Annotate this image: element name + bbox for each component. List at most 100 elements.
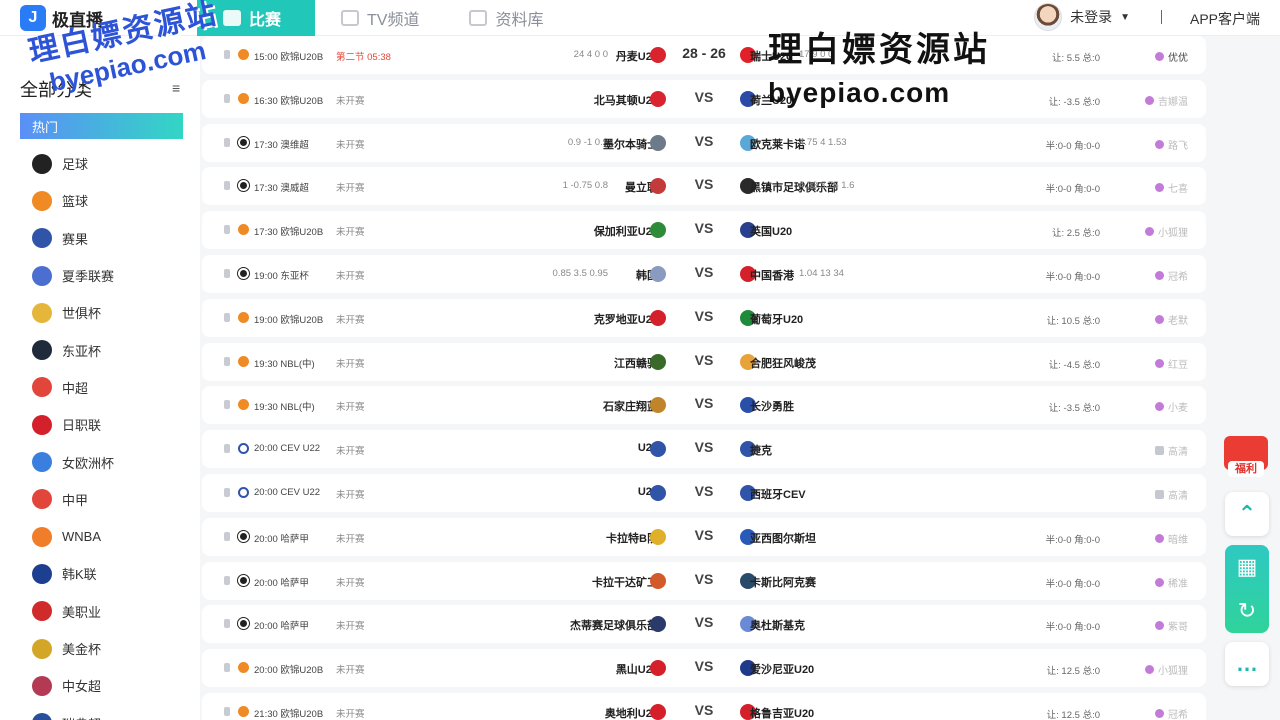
anchor-link[interactable]: 稀准 bbox=[1155, 575, 1188, 590]
pin-icon[interactable] bbox=[224, 50, 230, 59]
chevron-down-icon[interactable]: ▼ bbox=[1120, 12, 1130, 23]
match-row[interactable]: 20:00 哈萨甲 未开赛 卡拉干达矿工 VS 卡斯比阿克赛 半:0-0 角:0-0 稀准 bbox=[202, 561, 1206, 600]
category-item-7[interactable]: 中超 bbox=[20, 369, 183, 406]
match-row[interactable]: 17:30 欧锦U20B 未开赛 保加利亚U20 VS 英国U20 让: 2.5 总:0 小… bbox=[202, 211, 1206, 250]
anchor-link[interactable]: 吉娜温 bbox=[1145, 93, 1188, 108]
pin-icon[interactable] bbox=[224, 225, 230, 235]
vs-label: VS bbox=[694, 526, 714, 543]
anchor-link[interactable]: 路飞 bbox=[1155, 137, 1188, 152]
match-row[interactable]: 20:00 哈萨甲 未开赛 杰蒂赛足球俱乐部 VS 奥杜斯基克 半:0-0 角:0-0 紫哥 bbox=[202, 605, 1206, 644]
match-row[interactable]: 16:30 欧锦U20B 未开赛 北马其顿U20 VS 荷兰U20 让: -3.5 总:0… bbox=[202, 79, 1206, 118]
anchor-link[interactable]: 七喜 bbox=[1155, 180, 1188, 195]
category-item-0[interactable]: 热门 bbox=[20, 113, 183, 139]
vs-label: VS bbox=[694, 439, 714, 456]
anchor-link[interactable]: 优优 bbox=[1155, 49, 1188, 64]
pin-icon[interactable] bbox=[224, 575, 230, 585]
match-row[interactable]: 20:00 CEV U22 未开赛 U22 VS 西班牙CEV 高清 bbox=[202, 473, 1206, 512]
anchor-link[interactable]: 小狐狸 bbox=[1145, 662, 1188, 677]
category-logo-icon bbox=[32, 340, 52, 361]
category-item-13[interactable]: 美职业 bbox=[20, 593, 183, 630]
anchor-link[interactable]: 暗维 bbox=[1155, 531, 1188, 546]
anchor-link[interactable]: 紫哥 bbox=[1155, 618, 1188, 633]
pin-icon[interactable] bbox=[224, 93, 230, 103]
pin-icon[interactable] bbox=[224, 531, 230, 541]
chat-icon: … bbox=[1236, 651, 1258, 676]
basketball-icon bbox=[238, 311, 249, 323]
pin-icon[interactable] bbox=[224, 268, 230, 278]
nav-tab-0[interactable]: 比赛 bbox=[197, 0, 315, 36]
anchor-name: 暗维 bbox=[1168, 534, 1188, 546]
vs-label: VS bbox=[694, 176, 714, 193]
nav-tab-2[interactable]: 资料库 bbox=[443, 0, 567, 36]
anchor-link[interactable]: 小狐狸 bbox=[1145, 224, 1188, 239]
logo[interactable]: J 极直播 bbox=[20, 4, 103, 32]
pin-icon[interactable] bbox=[224, 181, 230, 191]
pin-icon[interactable] bbox=[224, 487, 230, 497]
football-icon bbox=[238, 530, 249, 542]
category-item-12[interactable]: 韩K联 bbox=[20, 555, 183, 592]
category-item-9[interactable]: 女欧洲杯 bbox=[20, 443, 183, 480]
category-label: 中甲 bbox=[62, 492, 89, 508]
anchor-link[interactable]: 小麦 bbox=[1155, 399, 1188, 414]
anchor-link[interactable]: 冠希 bbox=[1155, 268, 1188, 283]
category-item-4[interactable]: 夏季联赛 bbox=[20, 257, 183, 294]
match-row[interactable]: 21:30 欧锦U20B 未开赛 奥地利U20 VS 格鲁吉亚U20 让: 12.5 总:… bbox=[202, 692, 1206, 720]
category-item-2[interactable]: 篮球 bbox=[20, 182, 183, 219]
category-item-1[interactable]: 足球 bbox=[20, 145, 183, 182]
match-row[interactable]: 19:30 NBL(中) 未开赛 石家庄翔蓝 VS 长沙勇胜 让: -3.5 总:0 小麦 bbox=[202, 386, 1206, 425]
match-row[interactable]: 19:00 东亚杯 未开赛 0.85 3.5 0.95 韩国 VS 中国香港 1.04 13… bbox=[202, 254, 1206, 293]
match-row[interactable]: 17:30 澳维超 未开赛 0.9 -1 0.9 墨尔本骑士 VS 欧克莱卡诺 4.75 4… bbox=[202, 123, 1206, 162]
category-item-15[interactable]: 中女超 bbox=[20, 667, 183, 704]
match-row[interactable]: 15:00 欧锦U20B 第二节 05:38 24 4 0 0 丹麦U20 28 - 2… bbox=[202, 36, 1206, 74]
category-item-3[interactable]: 赛果 bbox=[20, 220, 183, 257]
anchor-link[interactable]: 高清 bbox=[1155, 487, 1188, 502]
chat-button[interactable]: … bbox=[1225, 642, 1269, 686]
match-row[interactable]: 20:00 欧锦U20B 未开赛 黑山U20 VS 爱沙尼亚U20 让: 12.5 总:0… bbox=[202, 649, 1206, 688]
anchor-link[interactable]: 冠希 bbox=[1155, 706, 1188, 720]
qr-code-icon[interactable]: ▦ bbox=[1237, 554, 1258, 580]
home-odds: 24 4 0 0 bbox=[573, 49, 608, 60]
pin-icon[interactable] bbox=[224, 706, 230, 716]
category-item-16[interactable]: 瑞典超 bbox=[20, 704, 183, 720]
category-logo-icon bbox=[32, 675, 52, 696]
nav-tab-1[interactable]: TV频道 bbox=[315, 0, 443, 36]
anchor-link[interactable]: 高清 bbox=[1155, 443, 1188, 458]
category-item-5[interactable]: 世俱杯 bbox=[20, 294, 183, 331]
match-row[interactable]: 17:30 澳威超 未开赛 1 -0.75 0.8 曼立联 VS 黑镇市足球俱乐部 4.33… bbox=[202, 167, 1206, 206]
pin-icon[interactable] bbox=[224, 444, 230, 454]
pin-icon[interactable] bbox=[224, 619, 230, 629]
pin-icon[interactable] bbox=[224, 356, 230, 366]
anchor-link[interactable]: 老默 bbox=[1155, 312, 1188, 327]
user-menu[interactable]: 未登录 ▼ bbox=[1034, 3, 1130, 31]
gift-button[interactable]: 福利 bbox=[1222, 432, 1270, 484]
pin-icon[interactable] bbox=[224, 312, 230, 322]
category-item-8[interactable]: 日职联 bbox=[20, 406, 183, 443]
match-row[interactable]: 20:00 哈萨甲 未开赛 卡拉特B队 VS 亚西图尔斯坦 半:0-0 角:0-0 暗维 bbox=[202, 517, 1206, 556]
pin-icon[interactable] bbox=[224, 400, 230, 410]
host-icon bbox=[1155, 52, 1164, 61]
avatar[interactable] bbox=[1034, 3, 1063, 31]
login-status[interactable]: 未登录 bbox=[1070, 7, 1112, 27]
anchor-name: 冠希 bbox=[1168, 271, 1188, 283]
pin-icon[interactable] bbox=[224, 663, 230, 673]
app-client-link[interactable]: APP客户端 bbox=[1190, 9, 1260, 29]
match-row[interactable]: 20:00 CEV U22 未开赛 U22 VS 捷克 高清 bbox=[202, 430, 1206, 469]
pin-icon[interactable] bbox=[224, 137, 230, 147]
back-to-top-button[interactable]: ⌃ bbox=[1225, 492, 1269, 536]
menu-icon[interactable]: ≡ bbox=[172, 80, 180, 96]
tv-icon bbox=[1155, 489, 1164, 499]
match-time-league: 19:00 欧锦U20B bbox=[254, 314, 324, 326]
category-item-14[interactable]: 美金杯 bbox=[20, 630, 183, 667]
category-item-11[interactable]: WNBA bbox=[20, 518, 183, 555]
category-item-10[interactable]: 中甲 bbox=[20, 481, 183, 518]
away-team: 葡萄牙U20 bbox=[750, 313, 804, 326]
away-team: 合肥狂风峻茂 bbox=[750, 357, 816, 370]
tool-group: ▦ ↻ bbox=[1225, 545, 1269, 633]
match-row[interactable]: 19:30 NBL(中) 未开赛 江西赣驰 VS 合肥狂风峻茂 让: -4.5 总:0 红豆 bbox=[202, 342, 1206, 381]
match-row[interactable]: 19:00 欧锦U20B 未开赛 克罗地亚U20 VS 葡萄牙U20 让: 10.5 总:… bbox=[202, 298, 1206, 337]
category-item-6[interactable]: 东亚杯 bbox=[20, 331, 183, 368]
handicap-info: 半:0-0 角:0-0 bbox=[1045, 271, 1100, 283]
handicap-info: 让: -4.5 总:0 bbox=[1048, 359, 1100, 371]
refresh-icon[interactable]: ↻ bbox=[1238, 598, 1256, 624]
anchor-link[interactable]: 红豆 bbox=[1155, 356, 1188, 371]
